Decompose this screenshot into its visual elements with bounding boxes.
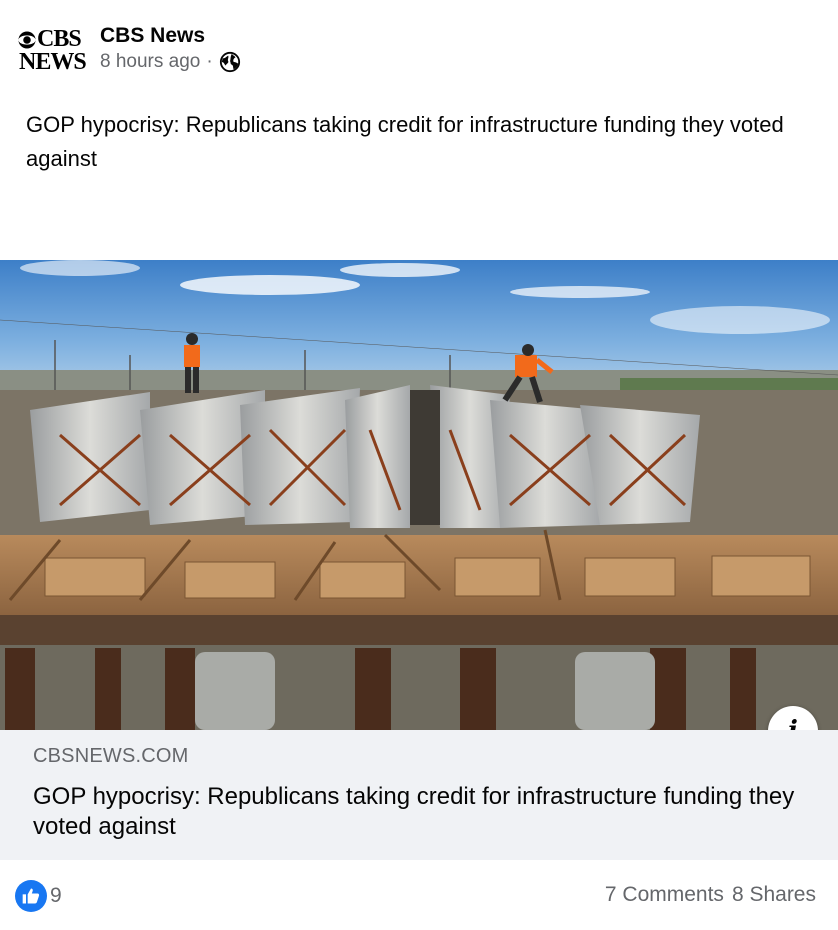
link-domain: CBSNEWS.COM xyxy=(33,745,189,767)
reaction-count: 9 xyxy=(50,884,62,907)
meta-separator: · xyxy=(206,51,213,72)
like-icon xyxy=(15,880,47,912)
reactions-summary[interactable]: 9 xyxy=(15,880,62,912)
post-meta: 8 hours ago · xyxy=(100,50,241,74)
logo-text-cbs: CBS xyxy=(37,26,82,52)
link-preview-image[interactable] xyxy=(0,260,838,730)
post-message: GOP hypocrisy: Republicans taking credit… xyxy=(26,112,784,171)
globe-icon[interactable] xyxy=(219,51,241,73)
link-preview-footer[interactable]: CBSNEWS.COM GOP hypocrisy: Republicans t… xyxy=(0,730,838,860)
logo-text-news: NEWS xyxy=(19,49,87,75)
comments-count-link[interactable]: 7 Comments xyxy=(605,883,724,907)
timestamp-link[interactable]: 8 hours ago xyxy=(100,50,200,74)
engagement-counts: 7 Comments 8 Shares xyxy=(605,883,816,907)
link-title[interactable]: GOP hypocrisy: Republicans taking credit… xyxy=(33,782,813,842)
shares-count-link[interactable]: 8 Shares xyxy=(732,883,816,907)
construction-photo xyxy=(0,260,838,730)
page-name-link[interactable]: CBS News xyxy=(100,23,205,49)
cbs-news-logo[interactable]: CBS NEWS xyxy=(18,26,88,76)
post-header: CBS NEWS CBS News 8 hours ago · xyxy=(0,0,838,90)
cbs-eye-icon xyxy=(18,31,36,49)
